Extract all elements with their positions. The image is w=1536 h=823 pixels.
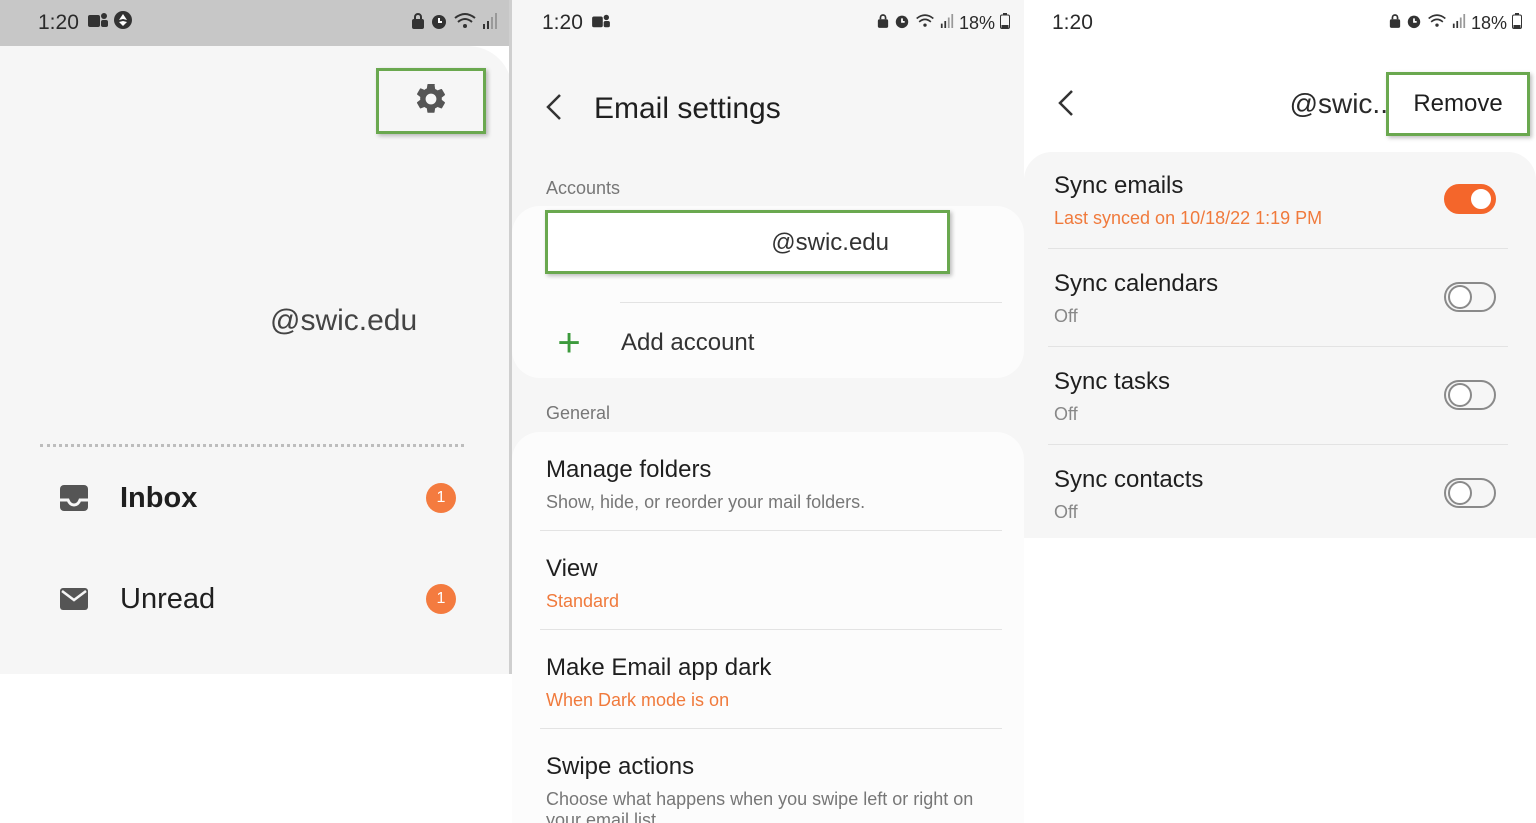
setting-title: Swipe actions	[546, 753, 695, 780]
divider	[540, 629, 1002, 630]
teams-icon	[87, 11, 109, 35]
inbox-icon	[58, 482, 90, 514]
battery-percent: 18%	[1470, 12, 1507, 33]
settings-header: Email settings	[542, 84, 781, 134]
navigation-drawer: @swic.edu Inbox 1 Unread 1	[0, 46, 512, 674]
alarm-icon	[430, 12, 448, 35]
divider	[540, 530, 1002, 531]
section-label-general: General	[546, 403, 611, 423]
account-item[interactable]: @swic.edu	[545, 210, 950, 274]
sync-status: Last synced on 10/18/22 1:19 PM	[1054, 208, 1323, 228]
setting-value: Standard	[546, 591, 620, 611]
toggle-knob	[1469, 187, 1493, 211]
alarm-icon	[894, 13, 910, 34]
signal-icon	[1452, 13, 1466, 34]
unread-count-badge: 1	[426, 584, 456, 614]
signal-icon	[940, 13, 954, 34]
divider	[540, 728, 1002, 729]
setting-subtitle: Choose what happens when you swipe left …	[546, 789, 974, 823]
teams-icon	[591, 11, 611, 35]
battery-icon	[1000, 12, 1010, 34]
account-email: @swic.edu	[270, 304, 418, 337]
setting-dark-mode[interactable]: Make Email app dark When Dark mode is on	[546, 654, 1006, 711]
toggle-knob	[1448, 383, 1472, 407]
toggle-knob	[1448, 481, 1472, 505]
sync-contacts-item[interactable]: Sync contacts Off	[1054, 446, 1506, 542]
status-bar: 1:20 18%	[512, 0, 1024, 46]
status-bar: 1:20	[0, 0, 512, 46]
setting-title: View	[546, 555, 598, 582]
account-header: @swic.. Remove	[1024, 72, 1536, 138]
sync-status: Off	[1054, 502, 1078, 522]
wifi-icon	[915, 13, 935, 34]
divider	[1048, 346, 1508, 347]
sync-tasks-toggle[interactable]	[1444, 380, 1496, 410]
nav-label-unread: Unread	[120, 582, 216, 615]
sync-calendars-item[interactable]: Sync calendars Off	[1054, 250, 1506, 346]
vpn-icon	[113, 10, 133, 36]
drawer-divider	[40, 444, 464, 447]
nav-label-inbox: Inbox	[120, 481, 198, 514]
unread-count-badge: 1	[426, 483, 456, 513]
sync-contacts-toggle[interactable]	[1444, 478, 1496, 508]
plus-icon: +	[557, 321, 581, 365]
setting-manage-folders[interactable]: Manage folders Show, hide, or reorder yo…	[546, 456, 1006, 513]
alarm-icon	[1406, 13, 1422, 34]
battery-icon	[1512, 12, 1522, 34]
page-title: Email settings	[594, 92, 781, 125]
sync-title: Sync calendars	[1054, 270, 1219, 297]
gear-icon	[413, 81, 449, 122]
sync-status: Off	[1054, 306, 1078, 326]
wifi-icon	[453, 12, 477, 35]
toggle-knob	[1448, 285, 1472, 309]
setting-title: Manage folders	[546, 456, 712, 483]
divider	[1048, 444, 1508, 445]
status-time: 1:20	[542, 11, 583, 34]
back-button[interactable]	[542, 92, 566, 127]
add-account-label: Add account	[621, 329, 755, 356]
account-settings-panel: 1:20 18% @swic.. Remove Sync emails Last…	[1024, 0, 1536, 823]
sync-calendars-toggle[interactable]	[1444, 282, 1496, 312]
account-name: @swic..	[1289, 88, 1388, 119]
sync-tasks-item[interactable]: Sync tasks Off	[1054, 348, 1506, 444]
nav-item-inbox[interactable]: Inbox 1	[58, 468, 468, 528]
sync-title: Sync tasks	[1054, 368, 1171, 395]
lock-icon	[1389, 13, 1401, 34]
setting-swipe-actions[interactable]: Swipe actions Choose what happens when y…	[546, 753, 1006, 823]
setting-title: Make Email app dark	[546, 654, 772, 681]
divider	[1048, 248, 1508, 249]
nav-item-unread[interactable]: Unread 1	[58, 569, 468, 629]
setting-value: When Dark mode is on	[546, 690, 730, 710]
email-settings-panel: 1:20 18% Email settings Accounts @swic.e…	[512, 0, 1024, 823]
account-email: @swic.edu	[771, 229, 889, 256]
sync-settings-card: Sync emails Last synced on 10/18/22 1:19…	[1024, 152, 1536, 538]
wifi-icon	[1427, 13, 1447, 34]
sync-emails-item[interactable]: Sync emails Last synced on 10/18/22 1:19…	[1054, 152, 1506, 248]
sync-title: Sync contacts	[1054, 466, 1204, 493]
sync-emails-toggle[interactable]	[1444, 184, 1496, 214]
remove-account-button[interactable]: Remove	[1386, 72, 1530, 136]
lock-icon	[411, 12, 425, 35]
setting-subtitle: Show, hide, or reorder your mail folders…	[546, 492, 866, 512]
status-time: 1:20	[1052, 11, 1093, 34]
add-account-button[interactable]: + Add account	[552, 315, 754, 371]
battery-percent: 18%	[958, 12, 995, 33]
lock-icon	[877, 13, 889, 34]
envelope-icon	[58, 583, 90, 615]
status-bar: 1:20 18%	[1024, 0, 1536, 46]
divider	[620, 302, 1002, 303]
settings-button[interactable]	[376, 68, 486, 134]
email-drawer-panel: 1:20 @swic.edu Inbox 1 Unread 1	[0, 0, 512, 823]
setting-view[interactable]: View Standard	[546, 555, 1006, 612]
back-button[interactable]	[1054, 88, 1078, 123]
sync-status: Off	[1054, 404, 1078, 424]
status-time: 1:20	[38, 11, 79, 34]
sync-title: Sync emails	[1054, 172, 1184, 199]
signal-icon	[482, 12, 498, 35]
section-label-accounts: Accounts	[546, 178, 621, 198]
